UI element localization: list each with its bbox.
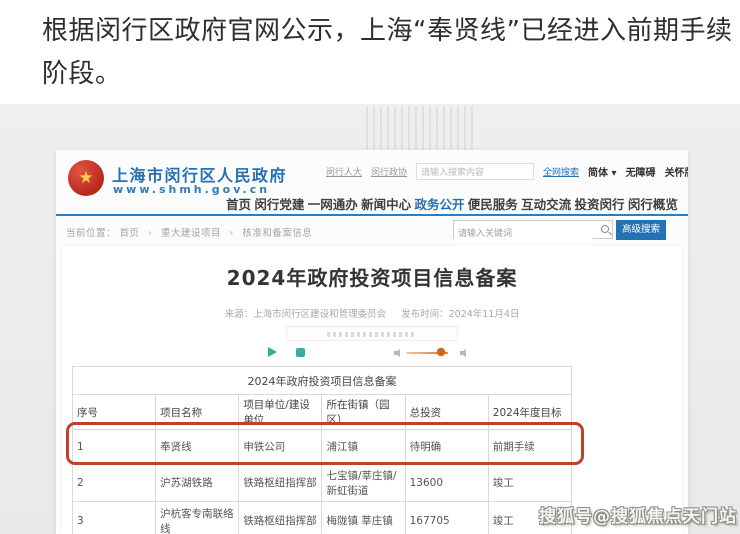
article-intro-text: 根据闵行区政府官网公示，上海“奉贤线”已经进入前期手续阶段。 [42,10,734,96]
col-header-name: 项目名称 [156,395,239,430]
table-row-husuhu-railway: 2 沪苏湖铁路 铁路枢纽指挥部 七宝镇/莘庄镇/新虹街道 13600 竣工 [73,464,572,502]
volume-slider-handle[interactable] [437,348,445,356]
breadcrumb: 当前位置： 首页 › 重大建设项目 › 核准和备案信息 [66,225,312,239]
gov-website-window: ★ 上海市闵行区人民政府 www.shmh.gov.cn 闵行人大 闵行政协 全… [56,150,688,534]
col-header-town: 所在街镇（园区） [322,395,405,430]
nav-item-one-stop-services[interactable]: 一网通办 [308,194,358,213]
main-nav: 首页 闵行党建 一网通办 新闻中心 政务公开 便民服务 互动交流 投资闵行 闵行… [226,194,678,213]
care-version-link[interactable]: 关怀版 [665,164,688,179]
breadcrumb-major-projects[interactable]: 重大建设项目 [161,228,221,239]
search-icon[interactable] [601,225,609,233]
nav-item-invest-minhang[interactable]: 投资闵行 [575,194,625,213]
cell-name: 奉贤线 [156,430,239,464]
volume-down-icon [394,349,400,357]
cell-name: 沪杭客专南联络线 [156,502,239,534]
allnet-search-button[interactable]: 全网搜索 [543,165,579,178]
table-header-row: 序号 项目名称 项目单位/建设单位 所在街镇（园区） 总投资 2024年度目标 [73,395,572,430]
language-dropdown[interactable]: 简体 ▾ [588,164,617,179]
nav-item-minhang-overview[interactable]: 闵行概览 [628,194,678,213]
nav-item-party-building[interactable]: 闵行党建 [254,194,304,213]
cell-investment: 167705 [405,502,488,534]
col-header-goal: 2024年度目标 [488,395,571,430]
cell-investment: 13600 [405,464,488,502]
accessibility-link[interactable]: 无障碍 [626,164,656,179]
cell-goal: 前期手续 [488,430,571,464]
projects-table: 2024年政府投资项目信息备案 序号 项目名称 项目单位/建设单位 所在街镇（园… [72,366,572,534]
breadcrumb-approval-filing-info[interactable]: 核准和备案信息 [242,228,312,239]
col-header-investment: 总投资 [405,395,488,430]
article-source: 来源：上海市闵行区建设和管理委员会 [225,309,387,320]
keyword-search-box [453,220,613,239]
link-minhang-peoples-congress[interactable]: 闵行人大 [326,165,362,178]
nav-item-public-services[interactable]: 便民服务 [468,194,518,213]
nav-underline [56,214,688,216]
breadcrumb-label: 当前位置： [66,228,116,239]
breadcrumb-separator: › [148,228,152,239]
article-meta: 来源：上海市闵行区建设和管理委员会 发布时间：2024年11月4日 [62,306,682,320]
cell-name: 沪苏湖铁路 [156,464,239,502]
nav-item-news-center[interactable]: 新闻中心 [361,194,411,213]
table-row-fengxian-line: 1 奉贤线 申铁公司 浦江镇 待明确 前期手续 [73,430,572,464]
article-title: 2024年政府投资项目信息备案 [62,262,682,291]
article-panel: 2024年政府投资项目信息备案 来源：上海市闵行区建设和管理委员会 发布时间：2… [62,246,682,534]
cell-town: 七宝镇/莘庄镇/新虹街道 [322,464,405,502]
cell-unit: 铁路枢纽指挥部 [239,502,322,534]
col-header-unit: 项目单位/建设单位 [239,395,322,430]
keyword-search-input[interactable] [454,225,592,242]
audio-caption-text-blur [327,332,417,337]
speaker-icon [460,349,466,357]
breadcrumb-separator: › [229,228,233,239]
breadcrumb-home[interactable]: 首页 [120,228,140,239]
page: 根据闵行区政府官网公示，上海“奉贤线”已经进入前期手续阶段。 ★ 上海市闵行区人… [0,0,740,534]
screenshot-backdrop: ★ 上海市闵行区人民政府 www.shmh.gov.cn 闵行人大 闵行政协 全… [0,104,740,534]
table-row-huhang-link-line: 3 沪杭客专南联络线 铁路枢纽指挥部 梅陇镇 莘庄镇 167705 竣工 [73,502,572,534]
watermark-text: 搜狐号@搜狐焦点天门站 [539,502,737,527]
cell-no: 1 [73,430,156,464]
national-emblem-icon: ★ [68,160,104,196]
article-publish-date: 发布时间：2024年11月4日 [401,309,519,320]
play-icon[interactable] [268,347,277,357]
table-caption-row: 2024年政府投资项目信息备案 [73,367,572,395]
advanced-search-button[interactable]: 高级搜索 [616,220,666,240]
cell-investment: 待明确 [405,430,488,464]
table-caption: 2024年政府投资项目信息备案 [73,367,572,395]
col-header-no: 序号 [73,395,156,430]
cell-town: 浦江镇 [322,430,405,464]
link-minhang-cppcc[interactable]: 闵行政协 [371,165,407,178]
nav-item-home[interactable]: 首页 [226,194,251,213]
cell-no: 3 [73,502,156,534]
stop-icon[interactable] [296,348,305,357]
nav-item-interaction[interactable]: 互动交流 [521,194,571,213]
cell-goal: 竣工 [488,464,571,502]
cell-no: 2 [73,464,156,502]
audio-caption-box [286,326,458,341]
cell-town: 梅陇镇 莘庄镇 [322,502,405,534]
nav-item-gov-disclosure[interactable]: 政务公开 [414,194,464,213]
header-utility-bar: 闵行人大 闵行政协 全网搜索 简体 ▾ 无障碍 关怀版 [326,163,680,180]
cell-unit: 申铁公司 [239,430,322,464]
site-search-input[interactable] [416,163,534,180]
cell-unit: 铁路枢纽指挥部 [239,464,322,502]
